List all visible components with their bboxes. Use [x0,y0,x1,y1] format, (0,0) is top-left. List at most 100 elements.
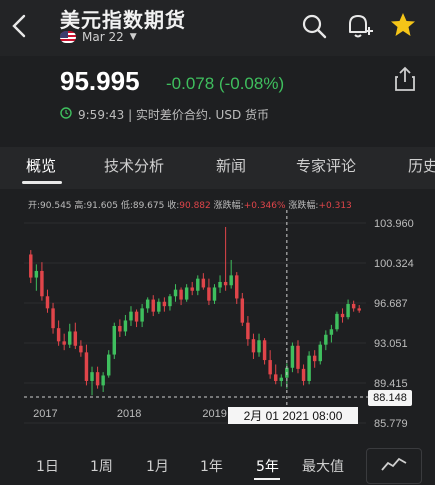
candle-body [346,303,350,318]
y-tick-label: 100.324 [374,258,414,270]
y-tick-label: 93.051 [374,338,408,350]
tab-bar: 概览 技术分析 新闻 专家评论 历史 [0,147,435,189]
candle-body [134,311,139,322]
us-flag-icon [60,31,76,43]
candle-body [73,331,78,346]
tab-technical[interactable]: 技术分析 [104,155,164,176]
range-5y[interactable]: 5年 [256,456,279,476]
candle-body [45,296,50,309]
candle-body [162,301,167,307]
candle-body [140,308,144,322]
candle-body [318,344,322,362]
chevron-down-icon: ▼ [129,32,137,42]
x-tick-label: 2018 [117,408,141,420]
x-tick-label: 2019 [202,408,226,420]
candle-body [29,254,33,278]
star-icon[interactable] [389,11,417,43]
candle-body [129,311,133,321]
quote-time: 9:59:43 | 实时差价合约. USD 货币 [78,108,270,122]
crosshair-price-tag: 88.148 [368,390,412,406]
candle-body [307,355,311,381]
candle-body [40,270,44,297]
candle-body [357,308,361,311]
candle-body [68,331,72,345]
crosshair-date-tag: 2月 01 2021 08:00 [228,407,358,424]
range-1y[interactable]: 1年 [200,456,223,476]
candle-body [251,339,256,353]
candle-body [34,270,39,278]
range-1m[interactable]: 1月 [146,456,169,476]
range-1d[interactable]: 1日 [36,456,59,476]
candle-body [212,287,217,301]
quote-status: 9:59:43 | 实时差价合约. USD 货币 [60,106,269,123]
candle-body [173,289,178,297]
search-icon[interactable] [300,12,328,44]
candle-body [257,340,261,353]
candle-body [262,340,267,361]
candle-body [90,372,94,381]
y-tick-label: 103.960 [374,218,414,230]
contract-selector[interactable]: Mar 22 ▼ [60,30,137,44]
candle-body [296,345,300,369]
candle-body [112,325,117,355]
candle-body [335,313,339,330]
range-1w[interactable]: 1周 [90,456,113,476]
candle-body [290,345,295,368]
candle-body [190,287,194,291]
back-icon[interactable] [8,12,32,40]
candle-body [301,368,306,381]
candle-body [184,287,189,300]
candle-body [123,320,128,332]
tab-overview[interactable]: 概览 [26,155,56,176]
candle-body [268,360,272,375]
candle-body [223,281,228,286]
share-icon[interactable] [394,66,416,96]
candle-body [201,278,206,288]
candle-body [79,345,83,353]
candle-body [324,334,328,345]
candle-body [84,352,89,381]
candle-body [168,296,172,307]
candle-body [340,313,345,318]
chart-type-button[interactable] [366,448,422,484]
candle-body [51,308,55,329]
tab-expert-comments[interactable]: 专家评论 [296,155,356,176]
candle-body [62,341,66,345]
candle-body [56,328,61,342]
candle-body [279,377,284,381]
candle-body [95,372,100,386]
candle-body [196,278,200,291]
candle-body [118,325,122,332]
candle-body [312,355,317,362]
candle-body [329,329,334,335]
active-range-indicator [254,478,280,480]
last-price: 95.995 [60,66,140,96]
candle-body [218,281,222,288]
contract-date: Mar 22 [82,30,124,44]
tab-news[interactable]: 新闻 [216,155,246,176]
candle-body [106,354,111,376]
y-tick-label: 96.687 [374,298,408,310]
candle-body [207,287,211,301]
candle-body [351,303,356,309]
candle-body [179,289,183,300]
candle-body [246,322,250,340]
candle-body [101,375,105,386]
clock-icon [60,107,72,122]
tab-history[interactable]: 历史 [408,155,435,176]
active-tab-indicator [22,181,62,184]
range-max[interactable]: 最大值 [302,456,344,476]
y-tick-label: 89.415 [374,378,408,390]
candle-body [151,299,155,312]
add-alert-icon[interactable] [344,11,374,45]
line-chart-icon [381,456,407,476]
candle-body [235,275,239,299]
candle-body [240,298,245,323]
price-change: -0.078 (-0.08%) [166,74,285,93]
candle-body [229,275,233,286]
x-tick-label: 2017 [33,408,57,420]
candle-body [145,299,150,309]
candle-body [157,301,161,312]
range-selector: 1日 1周 1月 1年 5年 最大值 [0,446,435,485]
page-title: 美元指数期货 [60,8,186,32]
